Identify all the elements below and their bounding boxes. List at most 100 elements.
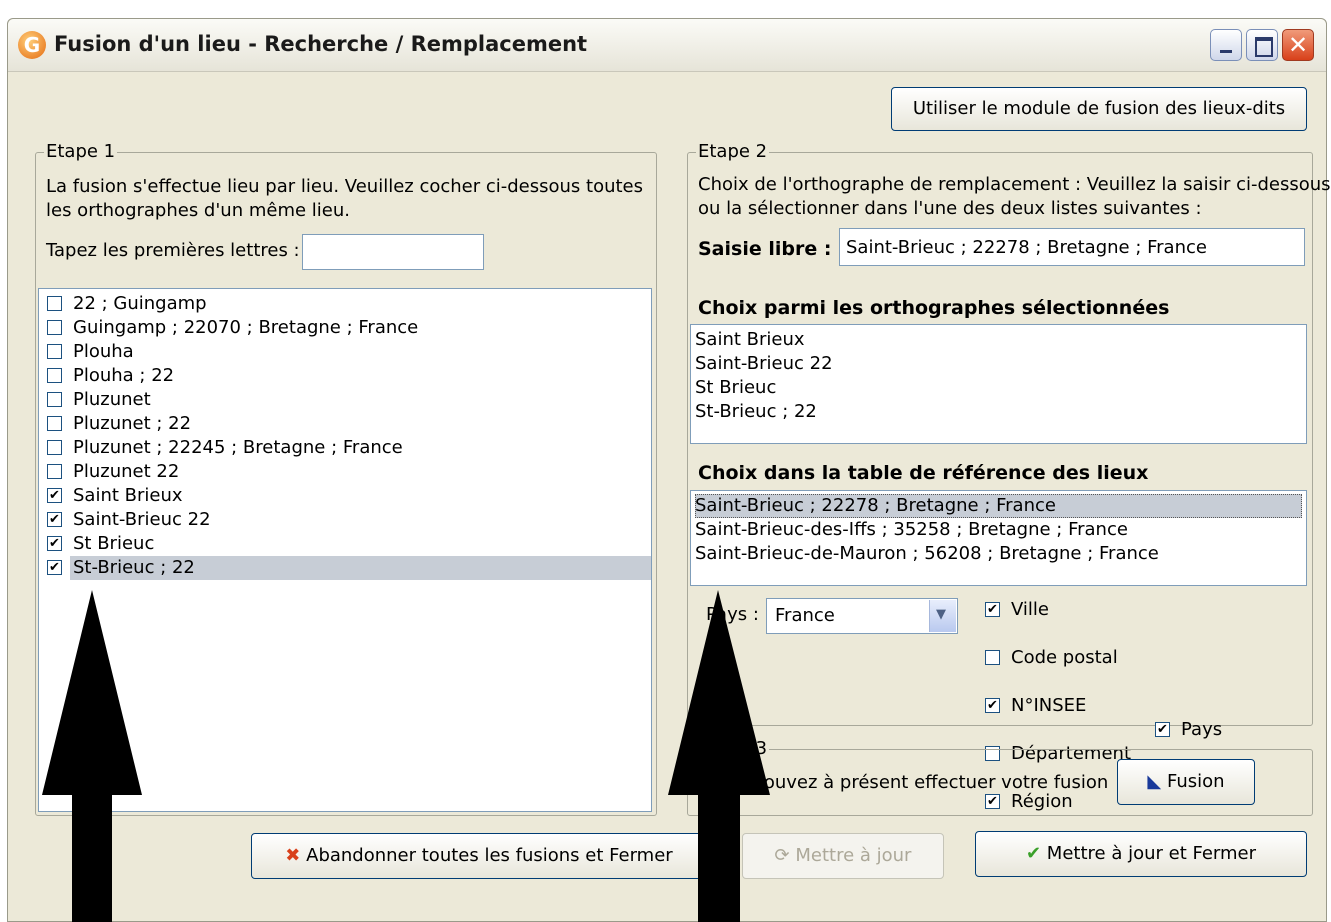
step2-groupbox: Etape 2 Choix de l'orthographe de rempla… (687, 141, 1331, 812)
place-label: Saint-Brieuc 22 (73, 509, 211, 530)
maximize-button[interactable] (1246, 29, 1278, 61)
place-checkbox[interactable]: ✔ (47, 512, 62, 527)
selected-spellings-list[interactable]: Saint Brieux Saint-Brieuc 22 St Brieuc St-B… (690, 324, 1307, 444)
reference-place-item[interactable]: Saint-Brieuc ; 22278 ; Bretagne ; France (695, 494, 1302, 518)
abandon-and-close-button[interactable]: ✖ Abandonner toutes les fusions et Ferme… (251, 833, 707, 879)
place-item[interactable]: 22 ; Guingamp (43, 292, 647, 316)
step2-description-line2: ou la sélectionner dans l'une des deux l… (698, 198, 1202, 219)
place-checkbox[interactable]: ✔ (47, 488, 62, 503)
place-item[interactable]: ✔ Saint-Brieuc 22 (43, 508, 647, 532)
place-item[interactable]: ✔ St Brieuc (43, 532, 647, 556)
step1-description-line2: les orthographes d'un même lieu. (46, 200, 350, 221)
step3-groupbox: Etape 3 Vous pouvez à présent effectuer … (687, 738, 1313, 816)
title-bar: G Fusion d'un lieu - Recherche / Remplac… (8, 19, 1326, 72)
option-label: Ville (1011, 599, 1049, 620)
place-checkbox[interactable]: ✔ (47, 560, 62, 575)
selected-spelling-item[interactable]: St Brieuc (695, 376, 1302, 400)
place-checkbox[interactable] (47, 344, 62, 359)
free-entry-label: Saisie libre : (698, 238, 832, 260)
option-checkbox[interactable]: ✔ (985, 698, 1000, 713)
place-item[interactable]: Pluzunet 22 (43, 460, 647, 484)
place-label: Pluzunet 22 (73, 461, 180, 482)
place-item[interactable]: Plouha (43, 340, 647, 364)
selected-spelling-item[interactable]: Saint Brieux (695, 328, 1302, 352)
place-label: Plouha (73, 341, 134, 362)
step2-legend: Etape 2 (696, 141, 770, 162)
use-lieux-dits-module-button[interactable]: Utiliser le module de fusion des lieux-d… (891, 87, 1307, 131)
fusion-button[interactable]: ◣ Fusion (1117, 759, 1255, 805)
option-pays-checkbox[interactable]: ✔ (1155, 722, 1170, 737)
option-checkbox[interactable] (985, 650, 1000, 665)
search-input[interactable] (302, 234, 484, 270)
place-item[interactable]: Guingamp ; 22070 ; Bretagne ; France (43, 316, 647, 340)
place-checkbox[interactable] (47, 392, 62, 407)
main-window: G Fusion d'un lieu - Recherche / Remplac… (7, 18, 1331, 922)
minimize-button[interactable] (1210, 29, 1242, 61)
place-label: Pluzunet ; 22245 ; Bretagne ; France (73, 437, 403, 458)
checkmark-icon: ✔ (1025, 843, 1042, 864)
search-label: Tapez les premières lettres : (46, 240, 300, 261)
place-label: Pluzunet ; 22 (73, 413, 192, 434)
place-checkbox[interactable] (47, 368, 62, 383)
place-item[interactable]: ✔ St-Brieuc ; 22 (43, 556, 651, 580)
place-checkbox[interactable] (47, 296, 62, 311)
reference-table-heading: Choix dans la table de référence des lie… (698, 462, 1149, 484)
cancel-icon: ✖ (285, 845, 301, 866)
maximize-icon (1255, 37, 1273, 57)
place-item[interactable]: Pluzunet ; 22 (43, 412, 647, 436)
step2-description-line1: Choix de l'orthographe de remplacement :… (698, 174, 1331, 195)
place-item[interactable]: Pluzunet ; 22245 ; Bretagne ; France (43, 436, 647, 460)
reference-place-item[interactable]: Saint-Brieuc-de-Mauron ; 56208 ; Bretagn… (695, 542, 1302, 566)
app-icon: G (18, 31, 46, 59)
place-label: Pluzunet (73, 389, 151, 410)
step1-legend: Etape 1 (44, 141, 118, 162)
places-checklist[interactable]: 22 ; Guingamp Guingamp ; 22070 ; Bretagne… (38, 288, 652, 812)
option-item[interactable]: ✔ Ville (981, 598, 1331, 622)
place-label: 22 ; Guingamp (73, 293, 207, 314)
option-label: Code postal (1011, 647, 1118, 668)
country-dropdown-button[interactable]: ▼ (929, 600, 956, 632)
selected-spelling-item[interactable]: St-Brieuc ; 22 (695, 400, 1302, 424)
reference-places-list[interactable]: Saint-Brieuc ; 22278 ; Bretagne ; France… (690, 490, 1307, 586)
close-icon: ✕ (1287, 31, 1309, 59)
place-label: St Brieuc (73, 533, 155, 554)
reference-place-item[interactable]: Saint-Brieuc-des-Iffs ; 35258 ; Bretagne… (695, 518, 1302, 542)
place-item[interactable]: ✔ Saint Brieux (43, 484, 647, 508)
option-checkbox[interactable]: ✔ (985, 602, 1000, 617)
free-entry-input[interactable] (839, 228, 1305, 266)
country-select-value: France (775, 605, 835, 626)
merge-icon: ◣ (1147, 771, 1162, 792)
selected-spellings-heading: Choix parmi les orthographes sélectionné… (698, 297, 1170, 319)
refresh-icon: ⟳ (774, 845, 790, 866)
chevron-down-icon: ▼ (936, 607, 946, 622)
place-label: Plouha ; 22 (73, 365, 175, 386)
update-button[interactable]: ⟳ Mettre à jour (742, 833, 944, 879)
selected-spelling-item[interactable]: Saint-Brieuc 22 (695, 352, 1302, 376)
country-select[interactable]: France ▼ (766, 598, 958, 634)
place-label: St-Brieuc ; 22 (70, 556, 651, 580)
close-button[interactable]: ✕ (1282, 29, 1314, 61)
place-checkbox[interactable] (47, 440, 62, 455)
fusion-button-label: Fusion (1167, 771, 1225, 792)
country-label: Pays : (706, 604, 759, 625)
place-item[interactable]: Pluzunet (43, 388, 647, 412)
place-label: Guingamp ; 22070 ; Bretagne ; France (73, 317, 419, 338)
place-label: Saint Brieux (73, 485, 183, 506)
option-item[interactable]: ✔ N°INSEE (981, 694, 1331, 718)
place-checkbox[interactable] (47, 416, 62, 431)
step1-groupbox: Etape 1 La fusion s'effectue lieu par li… (35, 141, 657, 816)
step3-legend: Etape 3 (696, 738, 770, 759)
step3-description: Vous pouvez à présent effectuer votre fu… (704, 772, 1109, 793)
option-item[interactable]: Code postal (981, 646, 1331, 670)
place-item[interactable]: Plouha ; 22 (43, 364, 647, 388)
option-pays-label: Pays (1181, 719, 1223, 740)
option-pays[interactable]: ✔ Pays (1151, 718, 1331, 742)
option-label: N°INSEE (1011, 695, 1087, 716)
place-checkbox[interactable] (47, 464, 62, 479)
minimize-icon (1220, 50, 1232, 53)
place-checkbox[interactable]: ✔ (47, 536, 62, 551)
window-title: Fusion d'un lieu - Recherche / Remplacem… (54, 32, 588, 56)
update-label: Mettre à jour (795, 845, 912, 866)
update-and-close-button[interactable]: ✔ Mettre à jour et Fermer (975, 831, 1307, 877)
place-checkbox[interactable] (47, 320, 62, 335)
